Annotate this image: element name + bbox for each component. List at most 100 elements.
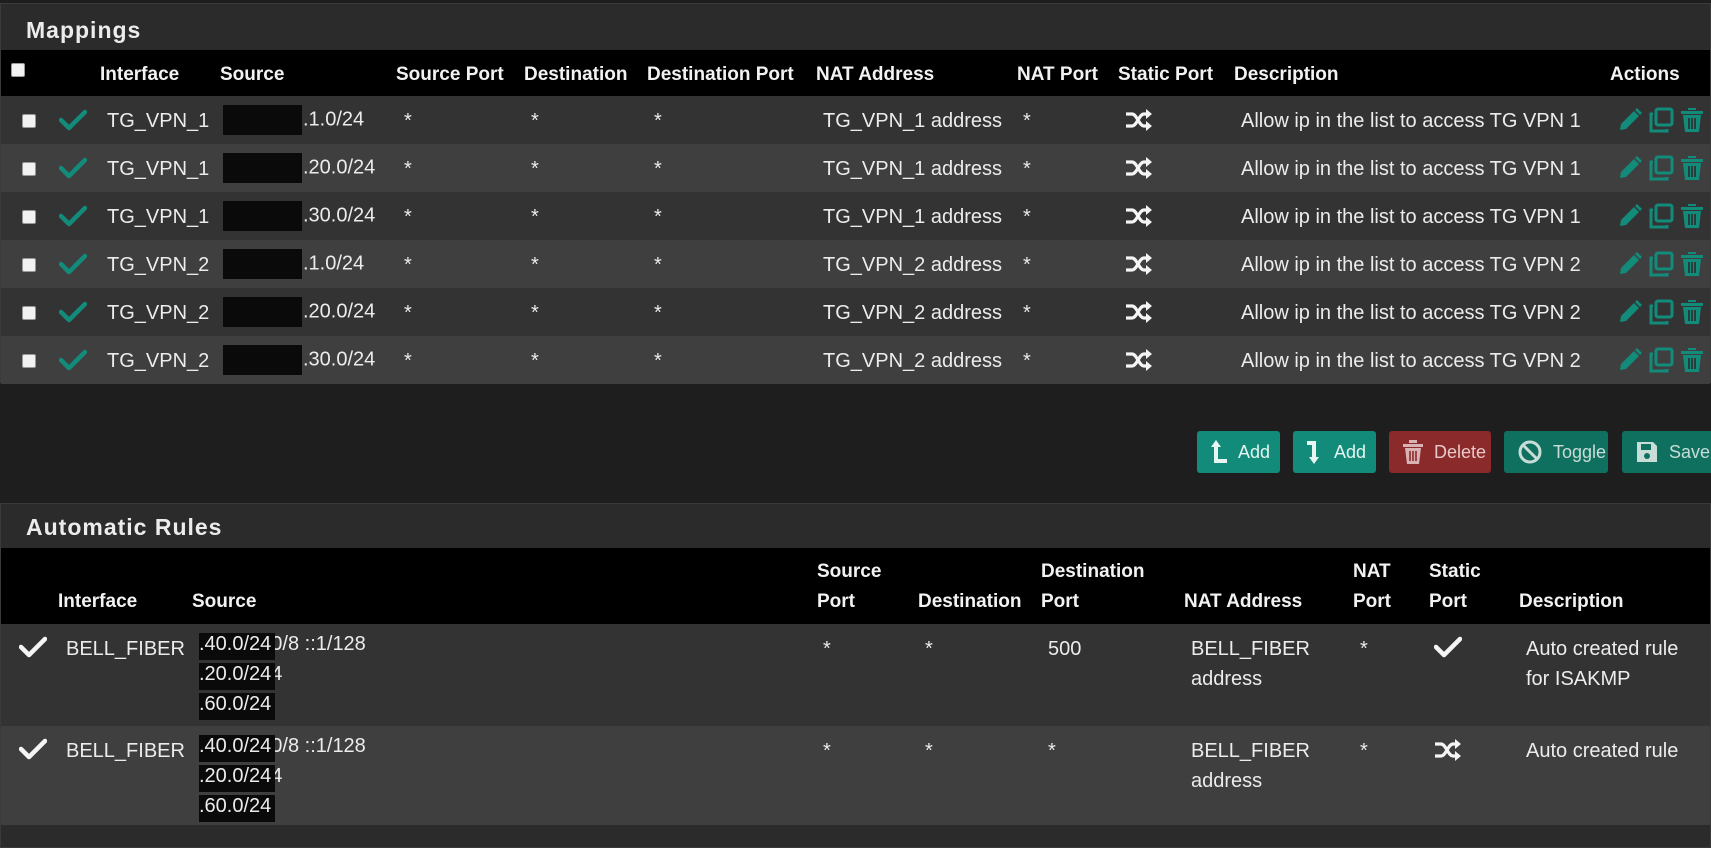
row-destination-port: * — [654, 110, 662, 132]
pencil-icon[interactable] — [1617, 155, 1643, 187]
trash-icon[interactable] — [1680, 107, 1704, 139]
check-icon — [58, 253, 88, 281]
auto-destination: * — [925, 740, 933, 762]
row-nat-address: TG_VPN_1 address — [823, 110, 1002, 132]
row-destination: * — [531, 350, 539, 372]
row-description: Allow ip in the list to access TG VPN 2 — [1241, 350, 1581, 372]
pencil-icon[interactable] — [1617, 251, 1643, 283]
check-icon — [1433, 636, 1463, 664]
trash-icon[interactable] — [1680, 347, 1704, 379]
trash-icon[interactable] — [1680, 299, 1704, 331]
row-description: Allow ip in the list to access TG VPN 1 — [1241, 110, 1581, 132]
auto-nat-address-2: address — [1191, 668, 1263, 690]
row-interface: TG_VPN_1 — [107, 110, 210, 132]
col-nat-port: NAT Port — [1017, 64, 1098, 85]
ban-icon — [1518, 440, 1542, 464]
row-nat-port: * — [1023, 350, 1031, 372]
auto-col-interface: Interface — [58, 591, 138, 612]
row-checkbox[interactable] — [22, 114, 36, 128]
auto-rule-row: BELL_FIBER 127.0.0.0/8 ::1/128 .1.0/24 .4… — [1, 624, 1710, 726]
auto-col-destination: Destination — [918, 591, 1022, 612]
row-nat-address: TG_VPN_1 address — [823, 158, 1002, 180]
row-source: .1.0/24 — [223, 105, 364, 135]
trash-icon[interactable] — [1680, 251, 1704, 283]
row-interface: TG_VPN_2 — [107, 350, 210, 372]
copy-icon[interactable] — [1648, 203, 1674, 235]
mapping-row[interactable]: TG_VPN_1 .30.0/24 * * * TG_VPN_1 address * Allo… — [1, 192, 1710, 240]
add-below-button[interactable]: Add — [1293, 431, 1376, 473]
row-checkbox[interactable] — [22, 258, 36, 272]
row-nat-port: * — [1023, 158, 1031, 180]
row-checkbox[interactable] — [22, 162, 36, 176]
shuffle-icon — [1125, 157, 1153, 185]
automatic-rules-panel: Automatic Rules Interface Source Source … — [0, 503, 1711, 848]
delete-button[interactable]: Delete — [1389, 431, 1491, 473]
copy-icon[interactable] — [1648, 251, 1674, 283]
shuffle-icon — [1125, 205, 1153, 233]
auto-destination-port: 500 — [1048, 638, 1082, 660]
auto-col-source-port-1: Source — [817, 561, 882, 582]
check-icon — [58, 109, 88, 137]
col-static-port: Static Port — [1118, 64, 1214, 85]
row-description: Allow ip in the list to access TG VPN 1 — [1241, 158, 1581, 180]
row-checkbox[interactable] — [22, 306, 36, 320]
row-destination: * — [531, 254, 539, 276]
mapping-row[interactable]: TG_VPN_1 .20.0/24 * * * TG_VPN_1 address * Allo… — [1, 144, 1710, 192]
copy-icon[interactable] — [1648, 107, 1674, 139]
col-description: Description — [1234, 64, 1339, 85]
row-nat-address: TG_VPN_2 address — [823, 350, 1002, 372]
auto-col-nat-port-2: Port — [1353, 591, 1391, 612]
check-icon — [58, 157, 88, 185]
row-nat-port: * — [1023, 302, 1031, 324]
row-source-port: * — [404, 254, 412, 276]
row-description: Allow ip in the list to access TG VPN 2 — [1241, 254, 1581, 276]
trash-icon — [1403, 440, 1423, 464]
row-source-port: * — [404, 350, 412, 372]
copy-icon[interactable] — [1648, 347, 1674, 379]
auto-source: 127.0.0.0/8 ::1/128 .1.0/24 .40.0/24.100… — [199, 633, 719, 723]
auto-nat-address-1: BELL_FIBER — [1191, 740, 1310, 762]
row-destination-port: * — [654, 158, 662, 180]
shuffle-icon — [1125, 109, 1153, 137]
trash-icon[interactable] — [1680, 155, 1704, 187]
auto-destination: * — [925, 638, 933, 660]
check-icon — [18, 636, 48, 664]
add-above-button[interactable]: Add — [1197, 431, 1280, 473]
copy-icon[interactable] — [1648, 155, 1674, 187]
pencil-icon[interactable] — [1617, 107, 1643, 139]
toggle-button[interactable]: Toggle — [1504, 431, 1608, 473]
redacted-block — [223, 345, 302, 375]
row-destination: * — [531, 302, 539, 324]
auto-rule-row: BELL_FIBER 127.0.0.0/8 ::1/128 .1.0/24 .4… — [1, 726, 1710, 825]
row-source: .20.0/24 — [223, 297, 375, 327]
auto-col-nat-port-1: NAT — [1353, 561, 1391, 582]
pencil-icon[interactable] — [1617, 203, 1643, 235]
auto-nat-address-1: BELL_FIBER — [1191, 638, 1310, 660]
row-checkbox[interactable] — [22, 210, 36, 224]
mapping-row[interactable]: TG_VPN_2 .30.0/24 * * * TG_VPN_2 address * Allo… — [1, 336, 1710, 384]
auto-destination-port: * — [1048, 740, 1056, 762]
auto-interface: BELL_FIBER — [66, 638, 185, 660]
mapping-row[interactable]: TG_VPN_2 .20.0/24 * * * TG_VPN_2 address * Allo… — [1, 288, 1710, 336]
pencil-icon[interactable] — [1617, 299, 1643, 331]
col-source: Source — [220, 64, 285, 85]
mapping-row[interactable]: TG_VPN_1 .1.0/24 * * * TG_VPN_1 address * Allow… — [1, 96, 1710, 144]
auto-rows: BELL_FIBER 127.0.0.0/8 ::1/128 .1.0/24 .4… — [1, 624, 1710, 825]
col-actions: Actions — [1610, 64, 1680, 85]
row-source: .1.0/24 — [223, 249, 364, 279]
row-checkbox[interactable] — [22, 354, 36, 368]
trash-icon[interactable] — [1680, 203, 1704, 235]
auto-header-row: Interface Source Source Port Destination… — [1, 548, 1710, 624]
copy-icon[interactable] — [1648, 299, 1674, 331]
row-interface: TG_VPN_2 — [107, 302, 210, 324]
select-all-checkbox[interactable] — [11, 63, 25, 77]
save-button[interactable]: Save — [1622, 431, 1711, 473]
auto-nat-port: * — [1360, 740, 1368, 762]
mapping-row[interactable]: TG_VPN_2 .1.0/24 * * * TG_VPN_2 address * Allow… — [1, 240, 1710, 288]
mappings-title: Mappings — [1, 4, 1710, 50]
col-interface: Interface — [100, 64, 180, 85]
auto-description-2: for ISAKMP — [1526, 668, 1631, 690]
pencil-icon[interactable] — [1617, 347, 1643, 379]
redacted-block — [223, 297, 302, 327]
row-source: .20.0/24 — [223, 153, 375, 183]
